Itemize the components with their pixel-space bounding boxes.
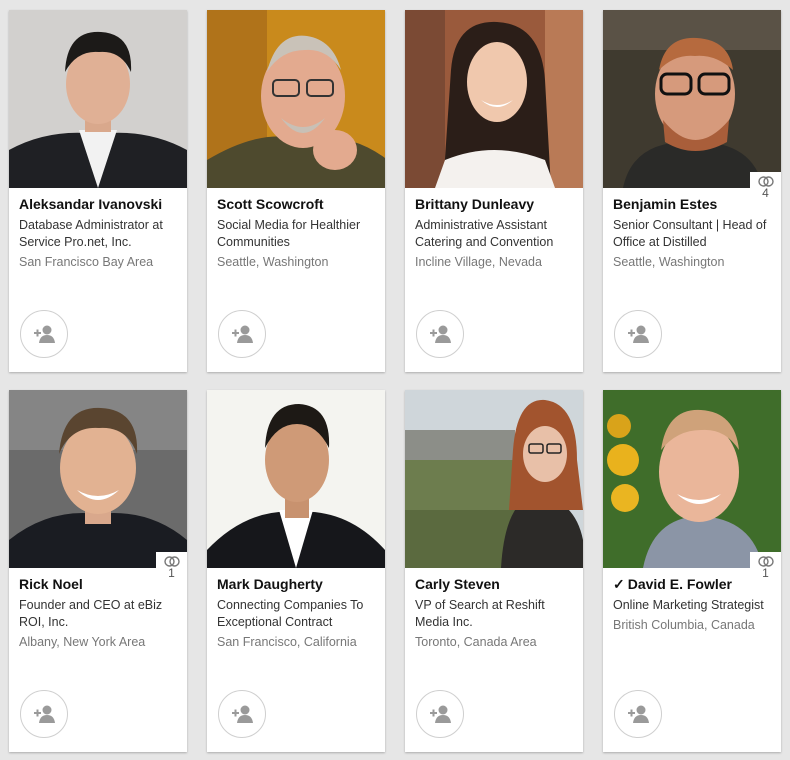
person-headline: Connecting Companies To Exceptional Cont… [217, 598, 364, 629]
person-name[interactable]: Aleksandar Ivanovski [19, 196, 181, 212]
connect-button[interactable] [20, 310, 68, 358]
profile-photo[interactable] [405, 390, 583, 568]
profile-photo[interactable] [603, 390, 781, 568]
add-connection-icon [34, 705, 55, 723]
person-name[interactable]: Benjamin Estes [613, 196, 775, 212]
connect-button[interactable] [20, 690, 68, 738]
person-headline: Founder and CEO at eBiz ROI, Inc. [19, 598, 163, 629]
connect-button[interactable] [416, 310, 464, 358]
profile-photo[interactable] [9, 390, 187, 568]
add-connection-icon [628, 705, 649, 723]
people-grid: Aleksandar Ivanovski Database Administra… [0, 0, 790, 760]
add-connection-icon [232, 705, 253, 723]
profile-photo[interactable] [603, 10, 781, 188]
connect-button[interactable] [614, 690, 662, 738]
person-headline: Online Marketing Strategist [613, 598, 764, 612]
add-connection-icon [232, 325, 253, 343]
person-name[interactable]: Scott Scowcroft [217, 196, 379, 212]
connect-button[interactable] [416, 690, 464, 738]
add-connection-icon [430, 705, 451, 723]
person-location: Toronto, Canada Area [415, 635, 537, 649]
person-name[interactable]: Brittany Dunleavy [415, 196, 577, 212]
person-headline: Administrative Assistant Catering and Co… [415, 218, 554, 249]
person-card: Carly Steven VP of Search at Reshift Med… [405, 390, 583, 752]
person-name[interactable]: Mark Daugherty [217, 576, 379, 592]
profile-photo[interactable] [405, 10, 583, 188]
add-connection-icon [430, 325, 451, 343]
person-location: Seattle, Washington [217, 255, 329, 269]
person-headline: Social Media for Healthier Communities [217, 218, 361, 249]
person-card: Brittany Dunleavy Administrative Assista… [405, 10, 583, 372]
person-card: 1 ✓ David E. Fowler Online Marketing Stra… [603, 390, 781, 752]
person-location: Incline Village, Nevada [415, 255, 542, 269]
person-headline: VP of Search at Reshift Media Inc. [415, 598, 545, 629]
person-card: Aleksandar Ivanovski Database Administra… [9, 10, 187, 372]
profile-photo[interactable] [207, 390, 385, 568]
add-connection-icon [628, 325, 649, 343]
person-headline: Senior Consultant | Head of Office at Di… [613, 218, 767, 249]
add-connection-icon [34, 325, 55, 343]
person-location: British Columbia, Canada [613, 618, 755, 632]
person-name[interactable]: ✓ David E. Fowler [613, 576, 775, 592]
person-location: San Francisco, California [217, 635, 357, 649]
connect-button[interactable] [218, 310, 266, 358]
connect-button[interactable] [218, 690, 266, 738]
profile-photo[interactable] [9, 10, 187, 188]
profile-photo[interactable] [207, 10, 385, 188]
person-location: Albany, New York Area [19, 635, 146, 649]
person-location: Seattle, Washington [613, 255, 725, 269]
person-card: Mark Daugherty Connecting Companies To E… [207, 390, 385, 752]
person-name[interactable]: Carly Steven [415, 576, 577, 592]
person-card: Scott Scowcroft Social Media for Healthi… [207, 10, 385, 372]
person-card: 1 Rick Noel Founder and CEO at eBiz ROI,… [9, 390, 187, 752]
person-name[interactable]: Rick Noel [19, 576, 181, 592]
person-card: 4 Benjamin Estes Senior Consultant | Hea… [603, 10, 781, 372]
connect-button[interactable] [614, 310, 662, 358]
person-location: San Francisco Bay Area [19, 255, 154, 269]
person-headline: Database Administrator at Service Pro.ne… [19, 218, 163, 249]
connected-check-icon: ✓ [613, 576, 625, 592]
